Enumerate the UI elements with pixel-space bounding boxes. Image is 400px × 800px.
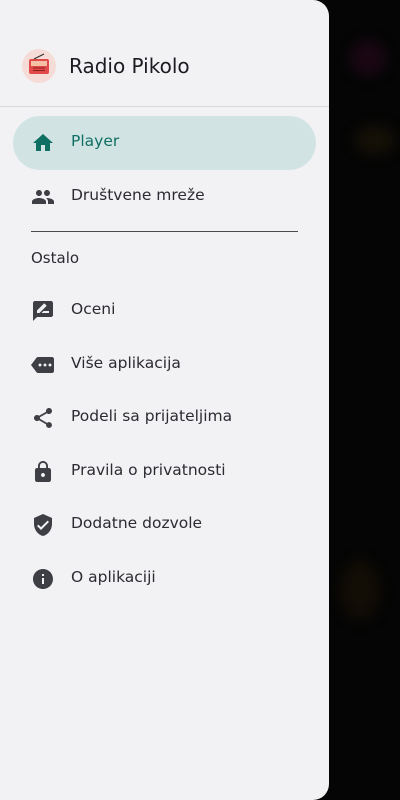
nav-item-label: Dodatne dozvole — [71, 514, 203, 532]
nav-item-additional-permissions[interactable]: Dodatne dozvole — [13, 498, 316, 552]
nav-item-label: Podeli sa prijateljima — [71, 407, 233, 425]
drawer-header: Radio Pikolo — [0, 0, 329, 107]
nav-item-label: Player — [71, 132, 120, 150]
section-divider — [31, 231, 298, 232]
background-blur-glow — [350, 40, 386, 76]
info-icon — [30, 567, 56, 591]
background-blur-glow — [355, 125, 395, 155]
nav-item-label: Više aplikacija — [71, 354, 181, 372]
lock-icon — [30, 460, 56, 484]
background-blur-glow — [340, 560, 380, 620]
shield-check-icon — [30, 513, 56, 537]
people-icon — [30, 185, 56, 209]
nav-item-player[interactable]: Player — [13, 116, 316, 170]
home-icon — [30, 131, 56, 155]
app-title: Radio Pikolo — [69, 54, 190, 78]
section-title: Ostalo — [31, 249, 80, 267]
nav-item-rate[interactable]: Oceni — [13, 284, 316, 338]
nav-item-label: Oceni — [71, 300, 116, 318]
nav-item-more-apps[interactable]: Više aplikacija — [13, 338, 316, 392]
radio-logo-icon — [22, 49, 56, 83]
nav-item-social-networks[interactable]: Društvene mreže — [13, 170, 316, 224]
share-icon — [30, 406, 56, 430]
nav-item-label: Društvene mreže — [71, 186, 205, 204]
nav-item-privacy-policy[interactable]: Pravila o privatnosti — [13, 445, 316, 499]
more-tag-icon — [30, 353, 56, 377]
nav-item-share[interactable]: Podeli sa prijateljima — [13, 391, 316, 445]
nav-item-label: O aplikaciji — [71, 568, 156, 586]
nav-item-about[interactable]: O aplikaciji — [13, 552, 316, 606]
navigation-drawer: Radio Pikolo Player Društvene mreže Osta… — [0, 0, 329, 800]
rate-review-icon — [30, 299, 56, 323]
nav-item-label: Pravila o privatnosti — [71, 461, 226, 479]
